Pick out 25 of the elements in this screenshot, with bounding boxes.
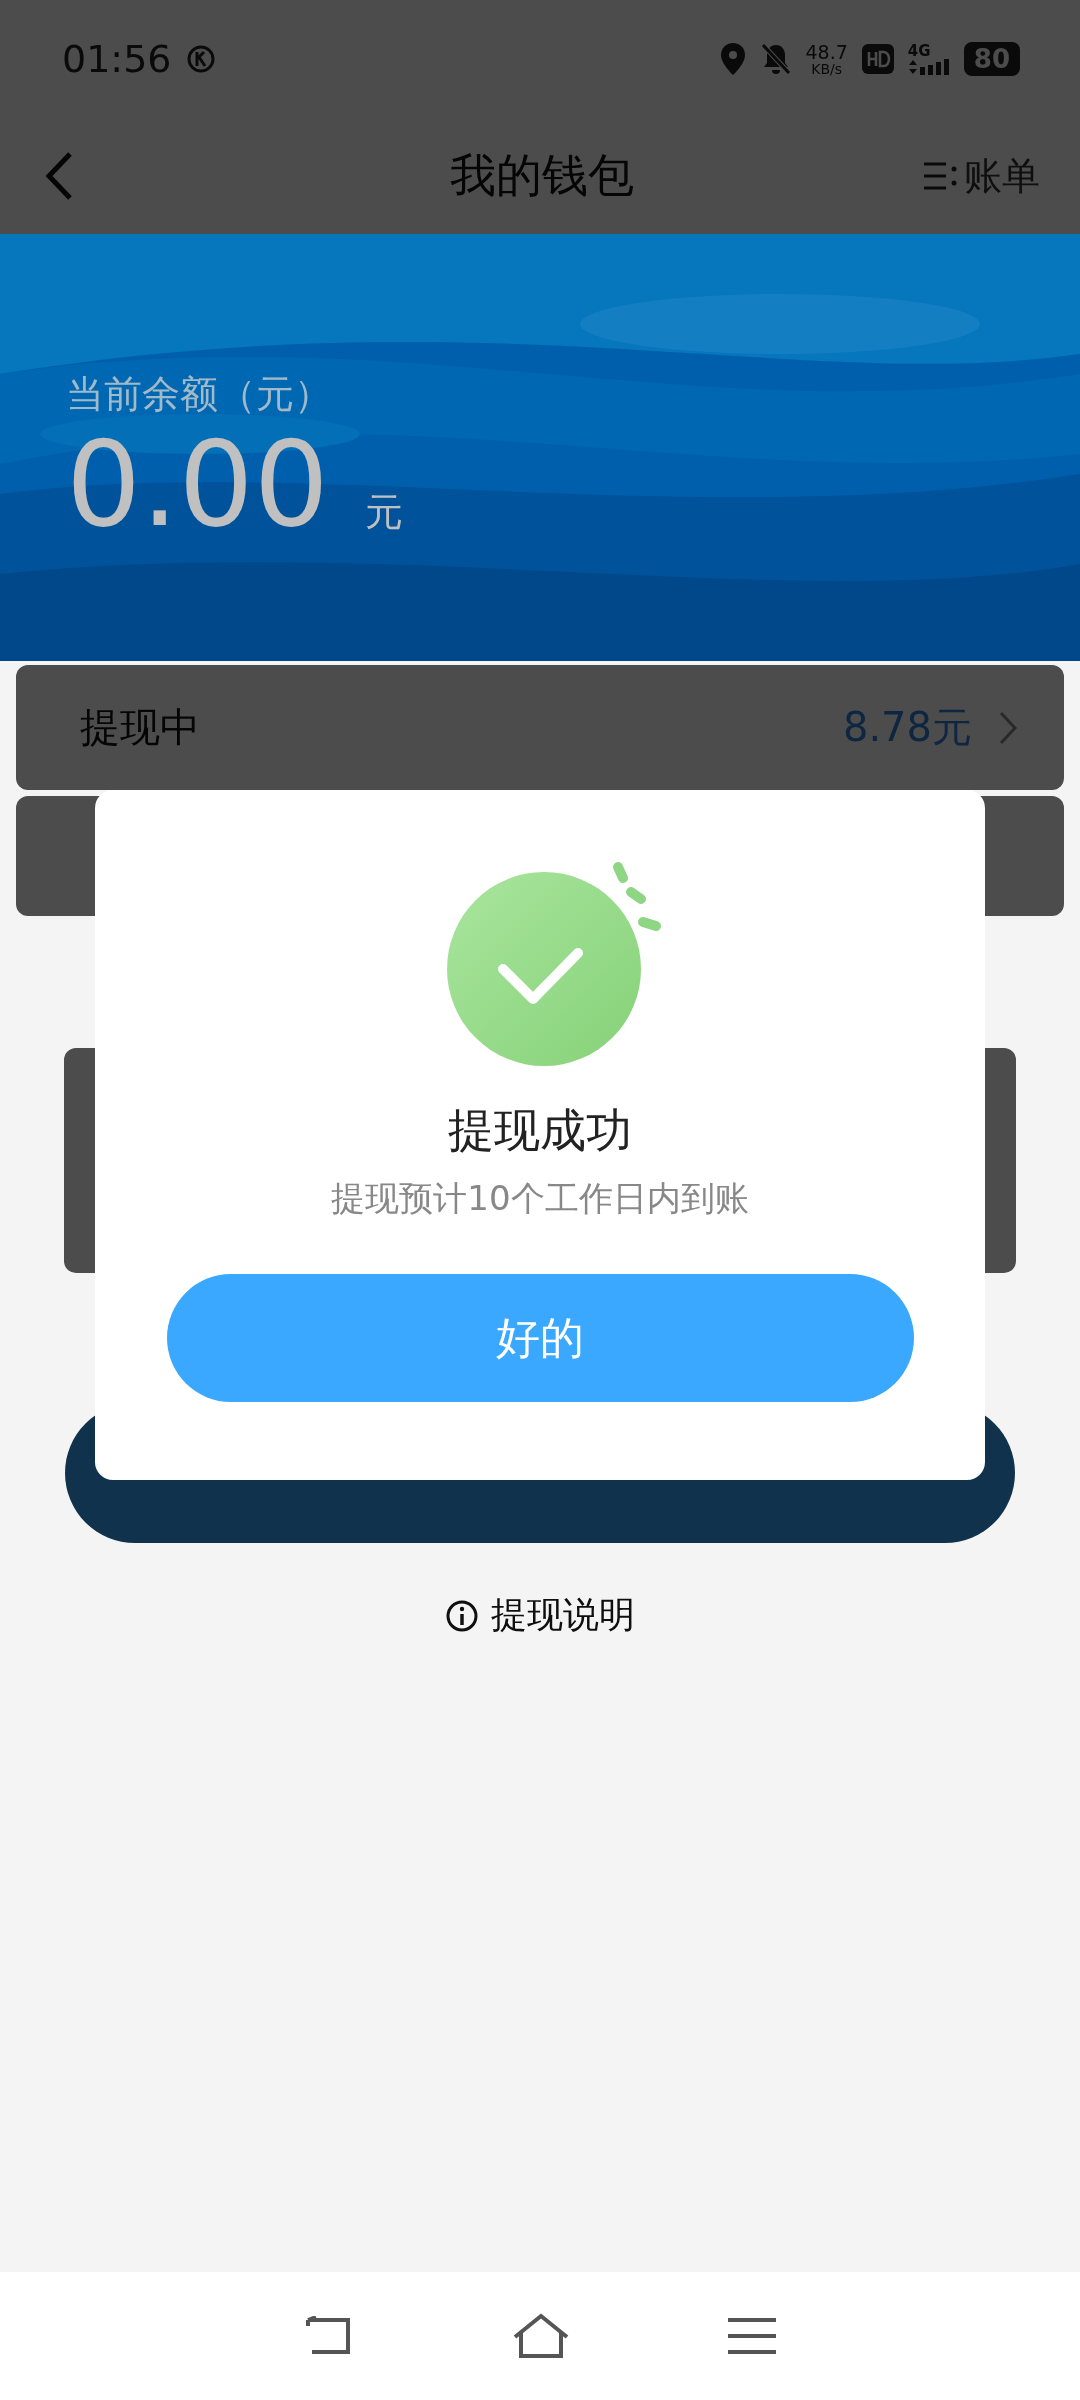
balance-amount: 0.00 bbox=[66, 420, 329, 550]
chevron-right-icon bbox=[998, 709, 1018, 746]
speed-unit: KB/s bbox=[811, 61, 843, 76]
balance-unit: 元 bbox=[364, 489, 403, 536]
bell-muted-icon bbox=[759, 42, 792, 76]
k-badge-icon bbox=[185, 44, 216, 74]
dialog-message: 提现预计10个工作日内到账 bbox=[331, 1177, 749, 1220]
home-icon[interactable] bbox=[512, 2313, 570, 2359]
balance-label: 当前余额（元） bbox=[66, 371, 333, 418]
network-type: 4G bbox=[907, 43, 931, 59]
battery-indicator: 80 bbox=[963, 42, 1020, 76]
page-title: 我的钱包 bbox=[450, 147, 634, 204]
dialog-title: 提现成功 bbox=[448, 1102, 632, 1159]
withdrawing-row[interactable]: 提现中 8.78元 bbox=[16, 665, 1064, 790]
signal-icon bbox=[907, 58, 950, 75]
hd-icon bbox=[861, 44, 894, 74]
list-icon bbox=[924, 161, 958, 191]
info-icon bbox=[445, 1598, 479, 1633]
status-time: 01:56 bbox=[62, 37, 172, 81]
location-icon bbox=[719, 42, 746, 76]
help-link[interactable]: 提现说明 bbox=[0, 1591, 1080, 1640]
ok-button[interactable]: 好的 bbox=[166, 1274, 914, 1402]
speed-value: 48.7 bbox=[805, 42, 848, 62]
menu-icon[interactable] bbox=[728, 2317, 776, 2355]
bill-link[interactable]: 账单 bbox=[924, 150, 1040, 202]
